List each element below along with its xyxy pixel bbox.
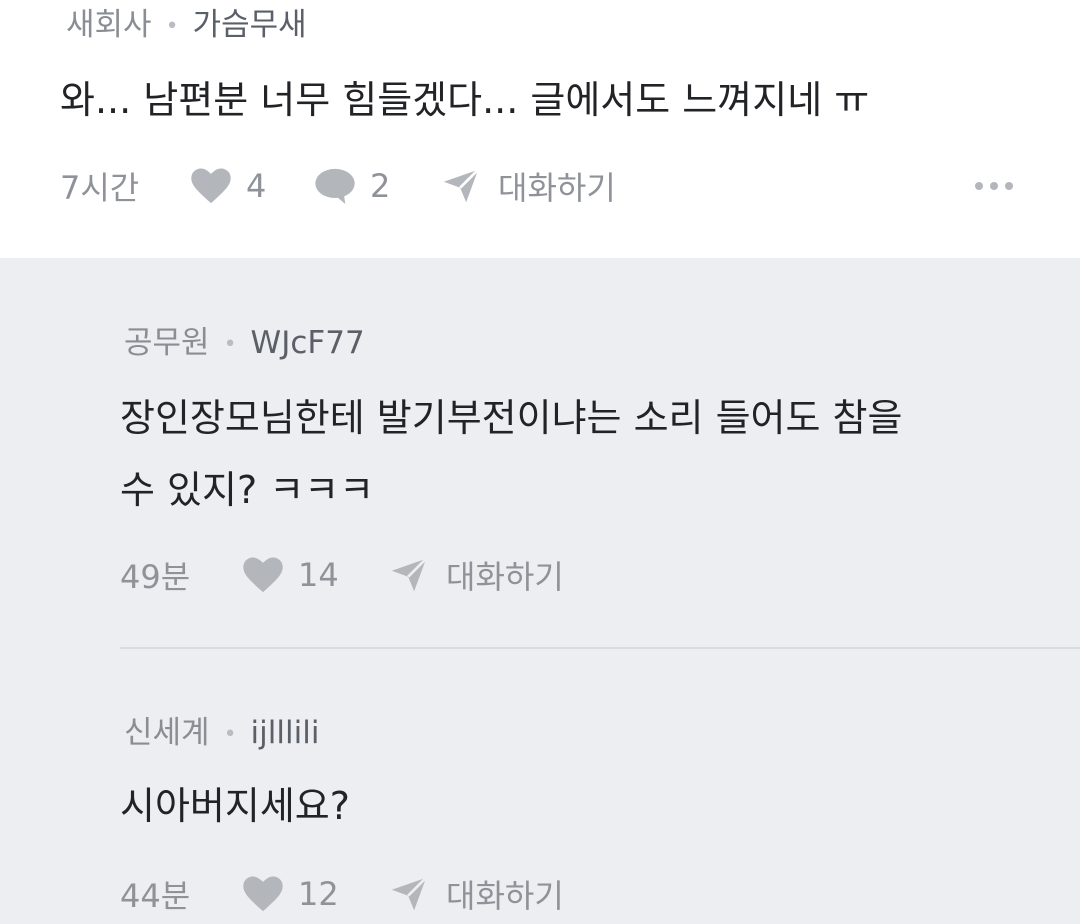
comment-author: 새회사 • 가슴무새 <box>66 5 307 47</box>
author-company: 새회사 <box>66 7 152 43</box>
heart-icon <box>242 557 284 593</box>
reply-divider <box>120 647 1080 649</box>
top-comment: 새회사 • 가슴무새 와... 남편분 너무 힘들겠다... 글에서도 느껴지네 ㅠ… <box>0 0 1080 258</box>
author-nickname[interactable]: 가슴무새 <box>193 7 307 43</box>
reply-actions: 49분 14 대화하기 <box>120 553 564 597</box>
chat-label: 대화하기 <box>446 558 564 596</box>
chat-label: 대화하기 <box>446 877 564 915</box>
like-button[interactable]: 14 <box>242 556 390 594</box>
like-button[interactable]: 4 <box>190 167 314 205</box>
like-count: 12 <box>298 875 339 913</box>
author-company: 공무원 <box>124 325 210 361</box>
chat-button[interactable]: 대화하기 <box>390 871 564 917</box>
comment-time: 7시간 <box>60 169 140 207</box>
chat-button[interactable]: 대화하기 <box>442 163 616 209</box>
reply-text-line: 시아버지세요? <box>120 784 350 828</box>
reply-time: 44분 <box>120 877 191 915</box>
author-nickname[interactable]: ijlllili <box>251 715 320 751</box>
speech-bubble-icon <box>314 168 356 204</box>
reply-author: 공무원 • WJcF77 <box>124 323 365 365</box>
reply-count: 2 <box>370 167 391 205</box>
reply-list: 공무원 • WJcF77 장인장모님한테 발기부전이냐는 소리 들어도 참을 수 있… <box>0 258 1080 924</box>
paper-plane-icon <box>442 168 480 204</box>
paper-plane-icon <box>390 557 428 593</box>
separator-dot: • <box>223 331 237 357</box>
comment-actions: 7시간 4 2 대화하기 <box>60 164 616 208</box>
paper-plane-icon <box>390 876 428 912</box>
chat-button[interactable]: 대화하기 <box>390 552 564 598</box>
reply-count-button[interactable]: 2 <box>314 167 442 205</box>
heart-icon <box>242 876 284 912</box>
author-company: 신세계 <box>124 715 210 751</box>
comment-text: 와... 남편분 너무 힘들겠다... 글에서도 느껴지네 ㅠ <box>60 78 870 122</box>
separator-dot: • <box>223 721 237 747</box>
reply-author: 신세계 • ijlllili <box>124 713 319 755</box>
reply-time: 49분 <box>120 558 191 596</box>
like-count: 14 <box>298 556 339 594</box>
like-count: 4 <box>246 167 267 205</box>
reply-actions: 44분 12 대화하기 <box>120 872 564 916</box>
author-nickname[interactable]: WJcF77 <box>251 325 365 361</box>
reply-text-line: 수 있지? ㅋㅋㅋ <box>120 468 375 512</box>
like-button[interactable]: 12 <box>242 875 390 913</box>
heart-icon <box>190 168 232 204</box>
reply-text-line: 장인장모님한테 발기부전이냐는 소리 들어도 참을 <box>120 396 903 440</box>
chat-label: 대화하기 <box>498 169 616 207</box>
separator-dot: • <box>165 13 179 39</box>
more-dots-icon[interactable] <box>975 182 1013 190</box>
